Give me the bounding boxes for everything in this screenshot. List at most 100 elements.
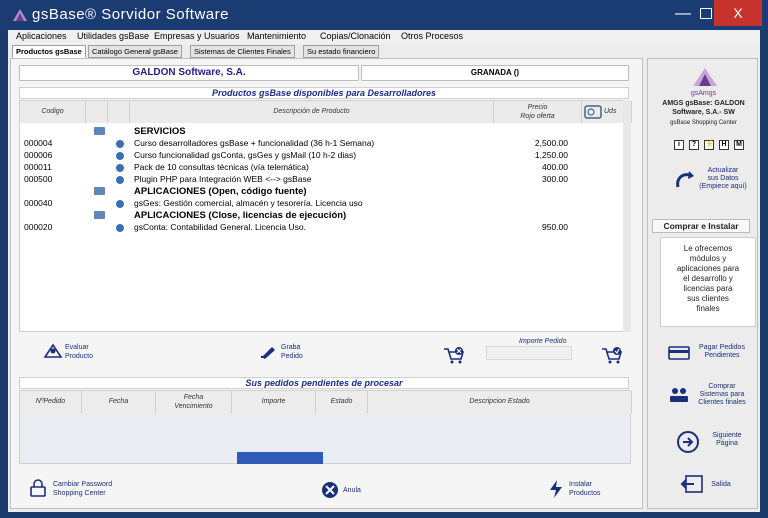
close-button[interactable]: X xyxy=(714,0,762,26)
col-blank-2 xyxy=(108,101,130,123)
mail-icon[interactable]: M xyxy=(734,140,744,150)
col-precio[interactable]: Precio Rojo oferta xyxy=(494,101,582,123)
calculator-icon xyxy=(584,105,602,119)
menu-utilidades[interactable]: Utilidades gsBase xyxy=(77,31,149,41)
offer-line: finales xyxy=(696,304,720,313)
pedidos-title: Sus pedidos pendientes de procesar xyxy=(19,377,629,389)
row-price: 2,500.00 xyxy=(534,138,568,148)
instalar-productos-button[interactable]: Instalar Productos xyxy=(569,480,601,498)
row-codigo: 000011 xyxy=(24,162,52,172)
products-panel: GALDON Software, S.A. GRANADA () Product… xyxy=(10,58,643,509)
offer-line: módulos y xyxy=(689,254,727,263)
col-num-pedido[interactable]: NºPedido xyxy=(20,391,82,413)
tab-productos[interactable]: Productos gsBase xyxy=(12,45,86,58)
menu-aplicaciones[interactable]: Aplicaciones xyxy=(16,31,67,41)
offer-line: licencias para xyxy=(683,284,733,293)
minimize-button[interactable]: — xyxy=(663,0,703,30)
home-icon[interactable]: H xyxy=(719,140,729,150)
row-codigo: 000006 xyxy=(24,150,53,160)
product-icon xyxy=(116,176,124,184)
tab-sistemas[interactable]: Sistemas de Clientes Finales xyxy=(190,45,295,58)
cart-remove-icon[interactable] xyxy=(443,346,465,364)
list-item[interactable]: 000020 gsConta: Contabilidad General. Li… xyxy=(20,221,620,233)
list-item[interactable]: 000500 Plugin PHP para Integración WEB <… xyxy=(20,173,620,185)
col-codigo[interactable]: Codigo xyxy=(20,101,86,123)
row-price: 400.00 xyxy=(542,162,568,172)
instalar-label-1: Instalar xyxy=(569,481,592,488)
row-codigo: 000500 xyxy=(24,174,53,184)
menu-mantenimiento[interactable]: Mantenimiento xyxy=(247,31,306,41)
cambiar-password-button[interactable]: Cambiar Password Shopping Center xyxy=(53,480,112,498)
menu-empresas[interactable]: Empresas y Usuarios xyxy=(154,31,240,41)
col-descripcion[interactable]: Descripción de Producto xyxy=(130,101,494,123)
col-estado[interactable]: Estado xyxy=(316,391,368,413)
cancel-icon xyxy=(322,482,338,498)
actualizar-datos-button[interactable]: Actualizar sus Datos (Empiece aquí) xyxy=(694,167,752,191)
tab-estado[interactable]: Su estado financiero xyxy=(303,45,380,58)
category-icon xyxy=(94,187,105,195)
cambiar-label-1: Cambiar Password xyxy=(53,481,113,488)
products-title: Productos gsBase disponibles para Desarr… xyxy=(19,87,629,99)
evaluate-icon xyxy=(43,343,63,358)
menu-bar: Aplicaciones Utilidades gsBase Empresas … xyxy=(8,30,760,44)
pagar-pedidos-button[interactable]: Pagar Pedidos Pendientes xyxy=(692,344,752,360)
evaluar-label-1: Evaluar xyxy=(65,344,89,351)
offer-line: aplicaciones para xyxy=(676,264,740,273)
salida-button[interactable]: Salida xyxy=(706,481,736,489)
sistemas-label-1: Comprar xyxy=(708,383,736,390)
row-desc: Pack de 10 consultas técnicas (vía telem… xyxy=(134,162,309,172)
graba-pedido-button[interactable]: Graba Pedido xyxy=(281,343,303,361)
anula-button[interactable]: Anula xyxy=(343,486,361,495)
row-desc: APLICACIONES (Close, licencias de ejecuc… xyxy=(134,210,347,221)
col-blank-1 xyxy=(86,101,108,123)
actualizar-label-2: sus Datos xyxy=(707,175,739,182)
info-icon[interactable]: i xyxy=(674,140,684,150)
list-item[interactable]: 000011 Pack de 10 consultas técnicas (ví… xyxy=(20,161,620,173)
col-desc-estado[interactable]: Descripcion Estado xyxy=(368,391,632,413)
col-precio-label: Precio xyxy=(527,104,548,111)
list-item[interactable]: APLICACIONES (Open, código fuente) xyxy=(20,185,620,197)
comprar-sistemas-button[interactable]: Comprar Sistemas para Clientes finales xyxy=(692,383,752,407)
list-item[interactable]: 000004 Curso desarrolladores gsBase + fu… xyxy=(20,137,620,149)
col-venc-1: Fecha xyxy=(183,394,204,401)
maximize-button[interactable] xyxy=(700,8,712,19)
payment-icon xyxy=(668,346,690,360)
siguiente-pagina-button[interactable]: Siguiente Página xyxy=(702,432,752,448)
graba-label-1: Graba xyxy=(281,344,301,351)
help-icon[interactable]: ? xyxy=(689,140,699,150)
row-codigo: 000040 xyxy=(24,198,53,208)
sidebar-offer-text: Le ofrecemos módulos y aplicaciones para… xyxy=(660,237,756,327)
list-item[interactable]: SERVICIOS xyxy=(20,125,620,137)
list-item[interactable]: 000006 Curso funcionalidad gsConta, gsGe… xyxy=(20,149,620,161)
flash-icon[interactable]: ⚡ xyxy=(704,140,714,150)
pedidos-grid[interactable]: NºPedido Fecha Fecha Vencimiento Importe… xyxy=(19,390,632,464)
sidebar-brand: gsAmgs xyxy=(690,90,717,97)
client-systems-icon xyxy=(670,388,688,402)
products-scrollbar[interactable] xyxy=(623,100,631,332)
category-icon xyxy=(94,127,105,135)
col-precio-sub: Rojo oferta xyxy=(520,113,555,120)
menu-copias[interactable]: Copias/Clonación xyxy=(320,31,391,41)
sistemas-label-2: Sistemas para xyxy=(699,391,745,398)
list-item[interactable]: APLICACIONES (Close, licencias de ejecuc… xyxy=(20,209,620,221)
title-bar: gsBase® Sorvidor Software — X xyxy=(0,0,768,30)
menu-otros[interactable]: Otros Procesos xyxy=(401,31,463,41)
cart-checkout-icon[interactable] xyxy=(601,346,623,364)
graba-label-2: Pedido xyxy=(281,353,303,360)
instalar-label-2: Productos xyxy=(569,490,601,497)
cambiar-label-2: Shopping Center xyxy=(53,490,106,497)
sidebar-shop: gsBase Shopping Center xyxy=(670,120,737,126)
col-importe[interactable]: Importe xyxy=(232,391,316,413)
tab-catalogo[interactable]: Catálogo General gsBase xyxy=(88,45,182,58)
company-city: GRANADA () xyxy=(361,65,629,81)
pagar-label-2: Pendientes xyxy=(704,352,740,359)
evaluar-producto-button[interactable]: Evaluar Producto xyxy=(65,343,93,361)
list-item[interactable]: 000040 gsGes: Gestión comercial, almacén… xyxy=(20,197,620,209)
row-desc: Curso funcionalidad gsConta, gsGes y gsM… xyxy=(134,150,357,160)
col-vencimiento[interactable]: Fecha Vencimiento xyxy=(156,391,232,413)
products-grid[interactable]: Codigo Descripción de Producto Precio Ro… xyxy=(19,100,632,332)
offer-line: Le ofrecemos xyxy=(683,244,733,253)
importe-pedido-field[interactable] xyxy=(486,346,572,360)
pedidos-scroll-thumb[interactable] xyxy=(237,452,323,464)
col-fecha[interactable]: Fecha xyxy=(82,391,156,413)
